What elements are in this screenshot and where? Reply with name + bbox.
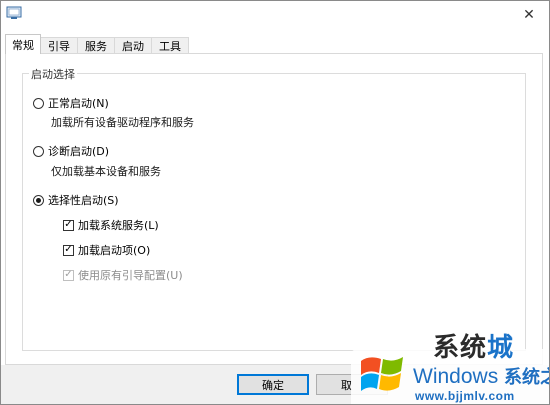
- watermark-site-url: www.bjjmlv.com: [415, 389, 515, 403]
- close-icon: ✕: [523, 7, 535, 23]
- tab-label: 工具: [159, 40, 181, 53]
- tab-startup[interactable]: 启动: [114, 37, 152, 54]
- radio-unchecked-icon: [33, 97, 44, 109]
- group-legend: 启动选择: [29, 66, 77, 82]
- checkbox-label: 加载系统服务(L): [78, 219, 159, 232]
- radio-normal-startup[interactable]: 正常启动(N): [33, 95, 109, 111]
- radio-diagnostic-startup[interactable]: 诊断启动(D): [33, 143, 109, 159]
- radio-checked-icon: [33, 194, 44, 206]
- tab-services[interactable]: 服务: [77, 37, 115, 54]
- tab-label: 服务: [85, 40, 107, 53]
- ok-button-label: 确定: [262, 378, 284, 392]
- checkbox-label: 加载启动项(O): [78, 244, 151, 257]
- system-configuration-window: ✕ 常规 引导 服务 启动 工具 启动选择 正常启动(N) 加载所有设备驱动程序…: [0, 0, 550, 405]
- checkmark-icon: ✓: [63, 219, 74, 231]
- tab-general[interactable]: 常规: [5, 34, 41, 54]
- radio-selective-startup[interactable]: 选择性启动(S): [33, 192, 119, 208]
- close-button[interactable]: ✕: [509, 1, 549, 29]
- checkbox-load-system-services[interactable]: ✓ 加载系统服务(L): [63, 217, 159, 233]
- checkmark-disabled-icon: ✓: [63, 269, 74, 281]
- radio-label: 选择性启动(S): [48, 194, 119, 207]
- site-watermark: 系统城 Windows 系统之家 www.bjjmlv.com: [351, 321, 549, 404]
- normal-startup-description: 加载所有设备驱动程序和服务: [51, 116, 194, 129]
- tab-label: 引导: [48, 40, 70, 53]
- windows-flag-logo-icon: [361, 357, 403, 391]
- general-tab-panel: 启动选择 正常启动(N) 加载所有设备驱动程序和服务 诊断启动(D) 仅加载基本…: [5, 53, 543, 365]
- checkbox-label: 使用原有引导配置(U): [78, 269, 183, 282]
- tab-tools[interactable]: 工具: [151, 37, 189, 54]
- watermark-windows-text: Windows 系统之家: [413, 363, 549, 389]
- watermark-big-text: 系统城: [433, 327, 514, 364]
- watermark-big-text-1: 系统: [433, 333, 488, 363]
- watermark-windows-word: Windows: [413, 365, 499, 388]
- startup-selection-group: 启动选择 正常启动(N) 加载所有设备驱动程序和服务 诊断启动(D) 仅加载基本…: [22, 66, 526, 351]
- watermark-windows-suffix: 系统之家: [504, 367, 549, 387]
- system-config-app-icon: [6, 6, 22, 19]
- tab-label: 常规: [12, 38, 34, 52]
- radio-label: 正常启动(N): [48, 97, 109, 110]
- watermark-big-text-2: 城: [487, 333, 515, 363]
- tab-strip: 常规 引导 服务 启动 工具: [5, 34, 189, 54]
- tab-label: 启动: [122, 40, 144, 53]
- checkmark-icon: ✓: [63, 244, 74, 256]
- checkbox-use-original-boot-config[interactable]: ✓ 使用原有引导配置(U): [63, 267, 183, 283]
- title-bar[interactable]: ✕: [1, 1, 549, 31]
- radio-unchecked-icon: [33, 145, 44, 157]
- ok-button[interactable]: 确定: [237, 374, 309, 395]
- diagnostic-startup-description: 仅加载基本设备和服务: [51, 165, 161, 178]
- checkbox-load-startup-items[interactable]: ✓ 加载启动项(O): [63, 242, 150, 258]
- tab-boot[interactable]: 引导: [40, 37, 78, 54]
- radio-label: 诊断启动(D): [48, 145, 110, 158]
